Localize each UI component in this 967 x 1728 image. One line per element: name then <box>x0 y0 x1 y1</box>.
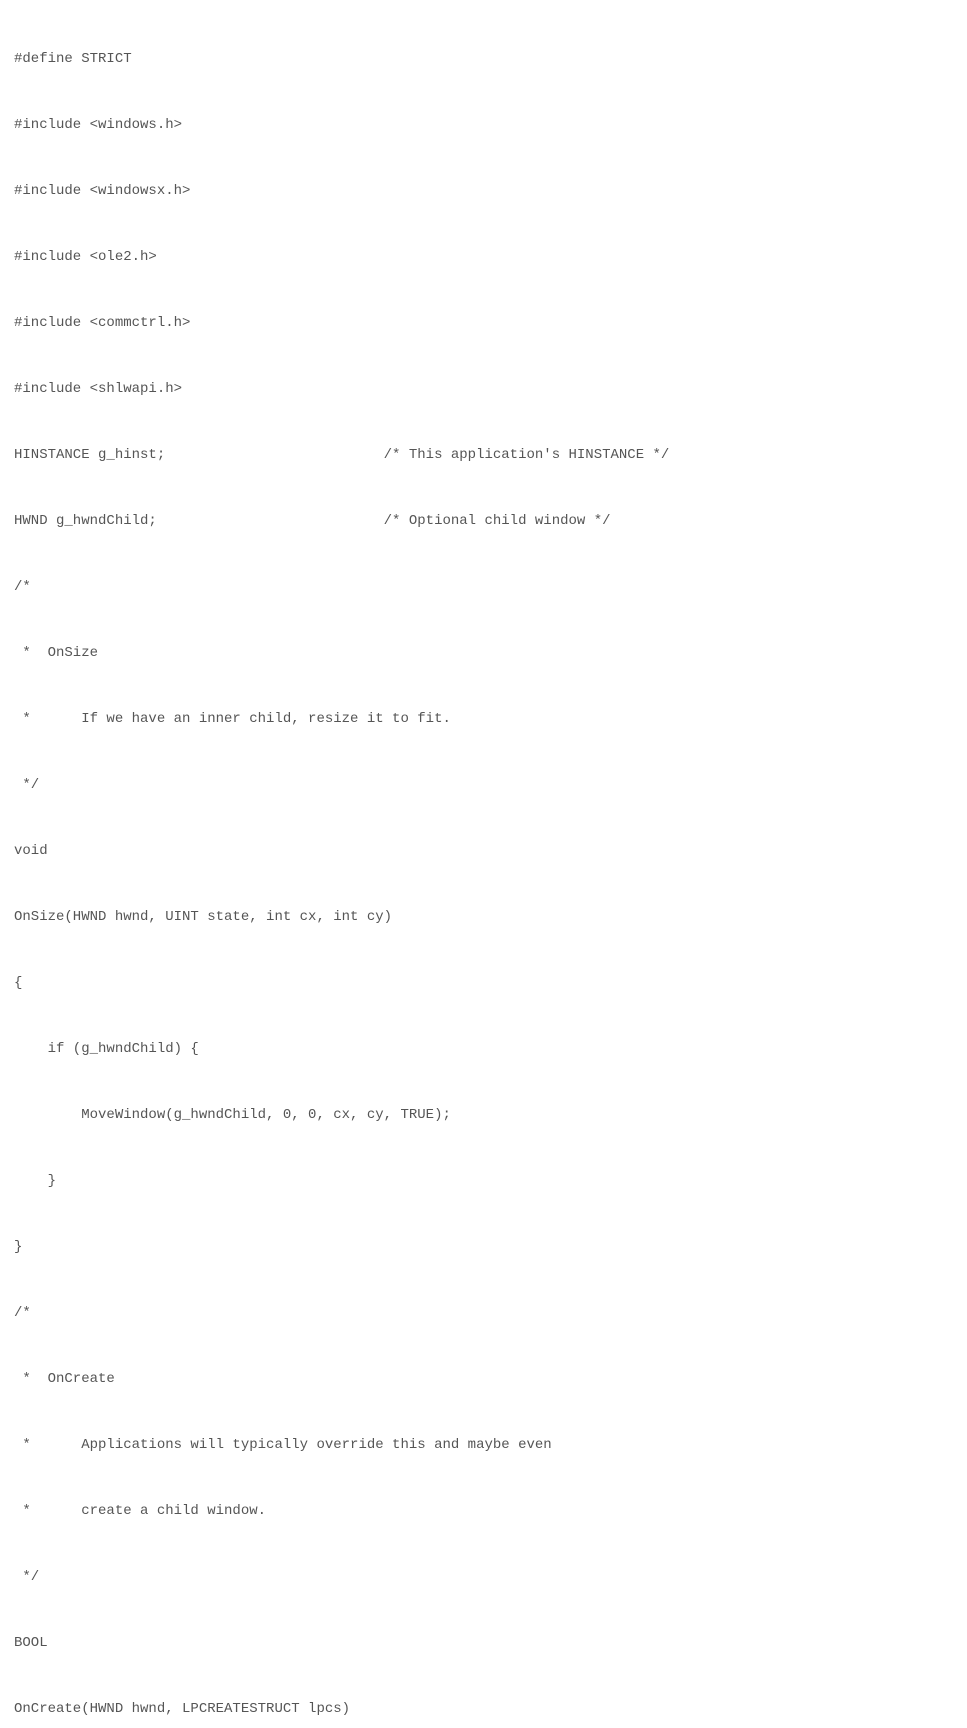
code-line: * If we have an inner child, resize it t… <box>14 708 953 730</box>
code-block: #define STRICT #include <windows.h> #inc… <box>14 4 953 1728</box>
code-line: OnSize(HWND hwnd, UINT state, int cx, in… <box>14 906 953 928</box>
code-line: #include <commctrl.h> <box>14 312 953 334</box>
code-line: if (g_hwndChild) { <box>14 1038 953 1060</box>
code-line: } <box>14 1236 953 1258</box>
code-line: BOOL <box>14 1632 953 1654</box>
code-line: OnCreate(HWND hwnd, LPCREATESTRUCT lpcs) <box>14 1698 953 1720</box>
code-line: */ <box>14 774 953 796</box>
code-line: MoveWindow(g_hwndChild, 0, 0, cx, cy, TR… <box>14 1104 953 1126</box>
code-line: #include <ole2.h> <box>14 246 953 268</box>
code-line: HWND g_hwndChild; /* Optional child wind… <box>14 510 953 532</box>
code-line: * Applications will typically override t… <box>14 1434 953 1456</box>
code-line: #define STRICT <box>14 48 953 70</box>
code-line: { <box>14 972 953 994</box>
code-line: void <box>14 840 953 862</box>
code-line: */ <box>14 1566 953 1588</box>
code-line: #include <windowsx.h> <box>14 180 953 202</box>
code-line: /* <box>14 1302 953 1324</box>
code-line: * OnSize <box>14 642 953 664</box>
code-line: #include <windows.h> <box>14 114 953 136</box>
code-line: HINSTANCE g_hinst; /* This application's… <box>14 444 953 466</box>
code-line: * create a child window. <box>14 1500 953 1522</box>
code-line: } <box>14 1170 953 1192</box>
code-line: * OnCreate <box>14 1368 953 1390</box>
code-line: #include <shlwapi.h> <box>14 378 953 400</box>
code-line: /* <box>14 576 953 598</box>
